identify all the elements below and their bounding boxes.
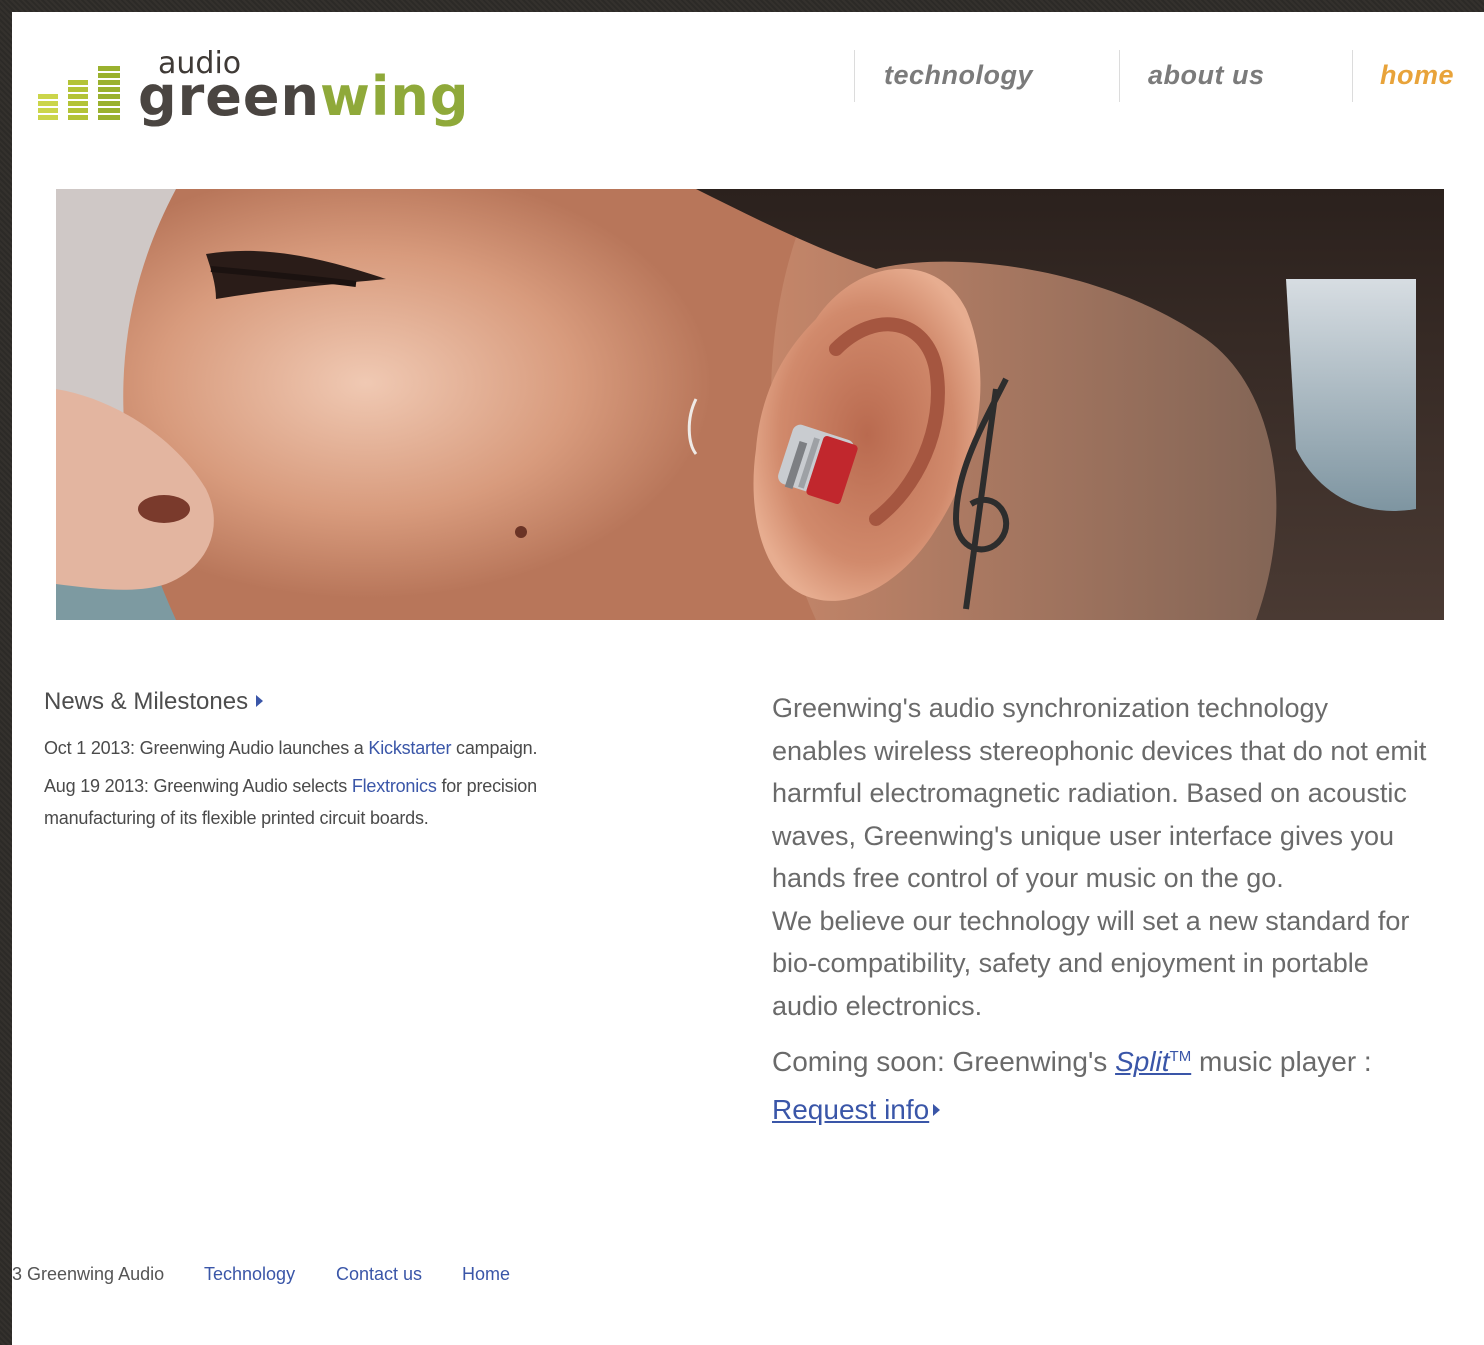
news-item-text: Aug 19 2013: Greenwing Audio selects [44,776,352,796]
equalizer-bars-icon [38,66,120,120]
news-item-continued: manufacturing of its flexible printed ci… [44,808,429,828]
news-milestones-heading[interactable]: News & Milestones [44,688,264,716]
web-page: audio greenwing technology about us home [12,12,1484,1345]
nav-separator [1119,50,1120,102]
intro-text: Greenwing's audio synchronization techno… [772,687,1484,1027]
intro-line: enables wireless stereophonic devices th… [772,735,1427,766]
nav-home[interactable]: home [1380,60,1454,91]
nav-about-us[interactable]: about us [1148,60,1265,91]
arrow-right-icon [256,695,264,707]
trademark-mark: TM [1169,1048,1192,1065]
flextronics-link[interactable]: Flextronics [352,776,437,796]
request-info-label: Request info [772,1094,930,1125]
coming-soon-text: Coming soon: Greenwing's SplitTM music p… [772,1046,1372,1078]
news-title-text: News & Milestones [44,688,249,715]
nav-separator [854,50,855,102]
news-item: Aug 19 2013: Greenwing Audio selects Fle… [44,776,537,797]
nav-separator [1352,50,1353,102]
nav-technology[interactable]: technology [884,60,1033,91]
arrow-right-icon [933,1104,941,1116]
intro-line: waves, Greenwing's unique user interface… [772,820,1394,851]
kickstarter-link[interactable]: Kickstarter [368,738,451,758]
intro-line: audio electronics. [772,990,983,1021]
news-item-text: Oct 1 2013: Greenwing Audio launches a [44,738,369,758]
split-label: Split [1115,1046,1170,1077]
logo-name-green: green [138,65,320,128]
split-player-link[interactable]: SplitTM [1115,1046,1191,1077]
intro-line: hands free control of your music on the … [772,863,1284,893]
greenwing-logo[interactable]: audio greenwing [38,42,468,137]
footer-link-technology[interactable]: Technology [204,1264,295,1285]
footer-copyright: 3 Greenwing Audio [12,1264,165,1284]
footer-link-contact-us[interactable]: Contact us [336,1264,422,1285]
footer-link-home[interactable]: Home [462,1264,510,1285]
hero-photo-icon [56,189,1444,620]
intro-line: We believe our technology will set a new… [772,905,1410,936]
logo-name-wing: wing [319,65,470,128]
logo-brand-name: greenwing [138,70,469,124]
coming-soon-suffix: music player : [1191,1046,1372,1077]
news-item-text: campaign. [451,738,538,758]
news-item-text: for precision [436,776,537,796]
intro-line: Greenwing's audio synchronization techno… [772,693,1328,723]
coming-soon-prefix: Coming soon: Greenwing's [772,1046,1116,1077]
news-item: Oct 1 2013: Greenwing Audio launches a K… [44,738,538,759]
browser-frame: audio greenwing technology about us home [0,0,1484,1345]
intro-line: bio-compatibility, safety and enjoyment … [772,948,1369,978]
request-info-link[interactable]: Request info [772,1094,941,1126]
intro-line: harmful electromagnetic radiation. Based… [772,778,1407,808]
hero-image [56,189,1444,620]
